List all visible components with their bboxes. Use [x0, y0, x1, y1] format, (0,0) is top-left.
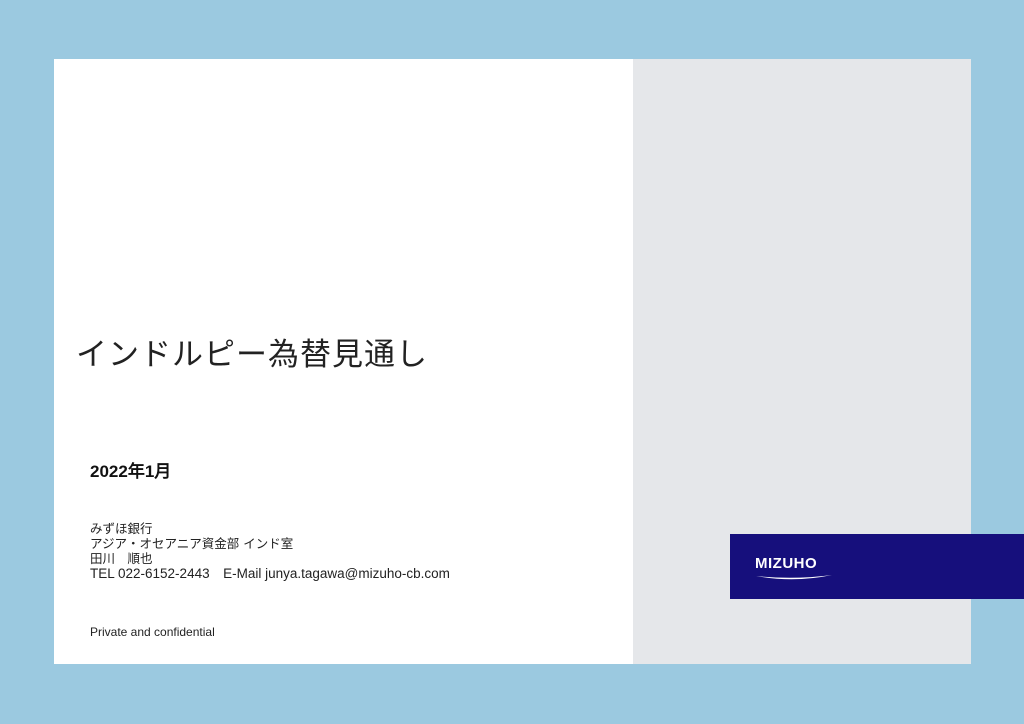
- logo-swoosh-icon: [756, 575, 832, 580]
- confidential-note: Private and confidential: [90, 625, 215, 639]
- document-title: インドルピー為替見通し: [76, 337, 428, 373]
- contact-name: 田川 順也: [90, 551, 153, 566]
- contact-bank: みずほ銀行: [90, 521, 153, 536]
- mizuho-logo: MIZUHO: [730, 534, 1024, 599]
- contact-department: アジア・オセアニア資金部 インド室: [90, 536, 294, 551]
- document-date: 2022年1月: [90, 462, 172, 481]
- contact-block: みずほ銀行 アジア・オセアニア資金部 インド室 田川 順也 TEL 022-61…: [90, 521, 450, 581]
- contact-tel-email: TEL 022-6152-2443 E-Mail junya.tagawa@mi…: [90, 566, 450, 581]
- logo-wordmark: MIZUHO: [755, 555, 818, 572]
